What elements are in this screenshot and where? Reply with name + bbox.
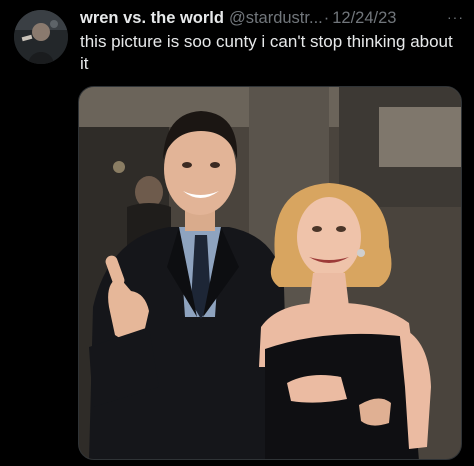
tweet-text: this picture is soo cunty i can't stop t… <box>80 32 453 73</box>
avatar[interactable] <box>14 10 68 64</box>
avatar-icon <box>14 10 68 64</box>
tweet-header: wren vs. the world @stardustr... · 12/24… <box>80 6 464 30</box>
user-handle[interactable]: @stardustr... <box>229 9 323 28</box>
photo-illustration <box>79 87 461 459</box>
tweet: wren vs. the world @stardustr... · 12/24… <box>0 0 474 466</box>
tweet-photo[interactable] <box>78 86 462 460</box>
tweet-date[interactable]: 12/24/23 <box>332 9 396 28</box>
header-separator: · <box>323 8 330 27</box>
display-name[interactable]: wren vs. the world <box>80 9 224 28</box>
more-options-icon[interactable]: ··· <box>447 9 464 25</box>
